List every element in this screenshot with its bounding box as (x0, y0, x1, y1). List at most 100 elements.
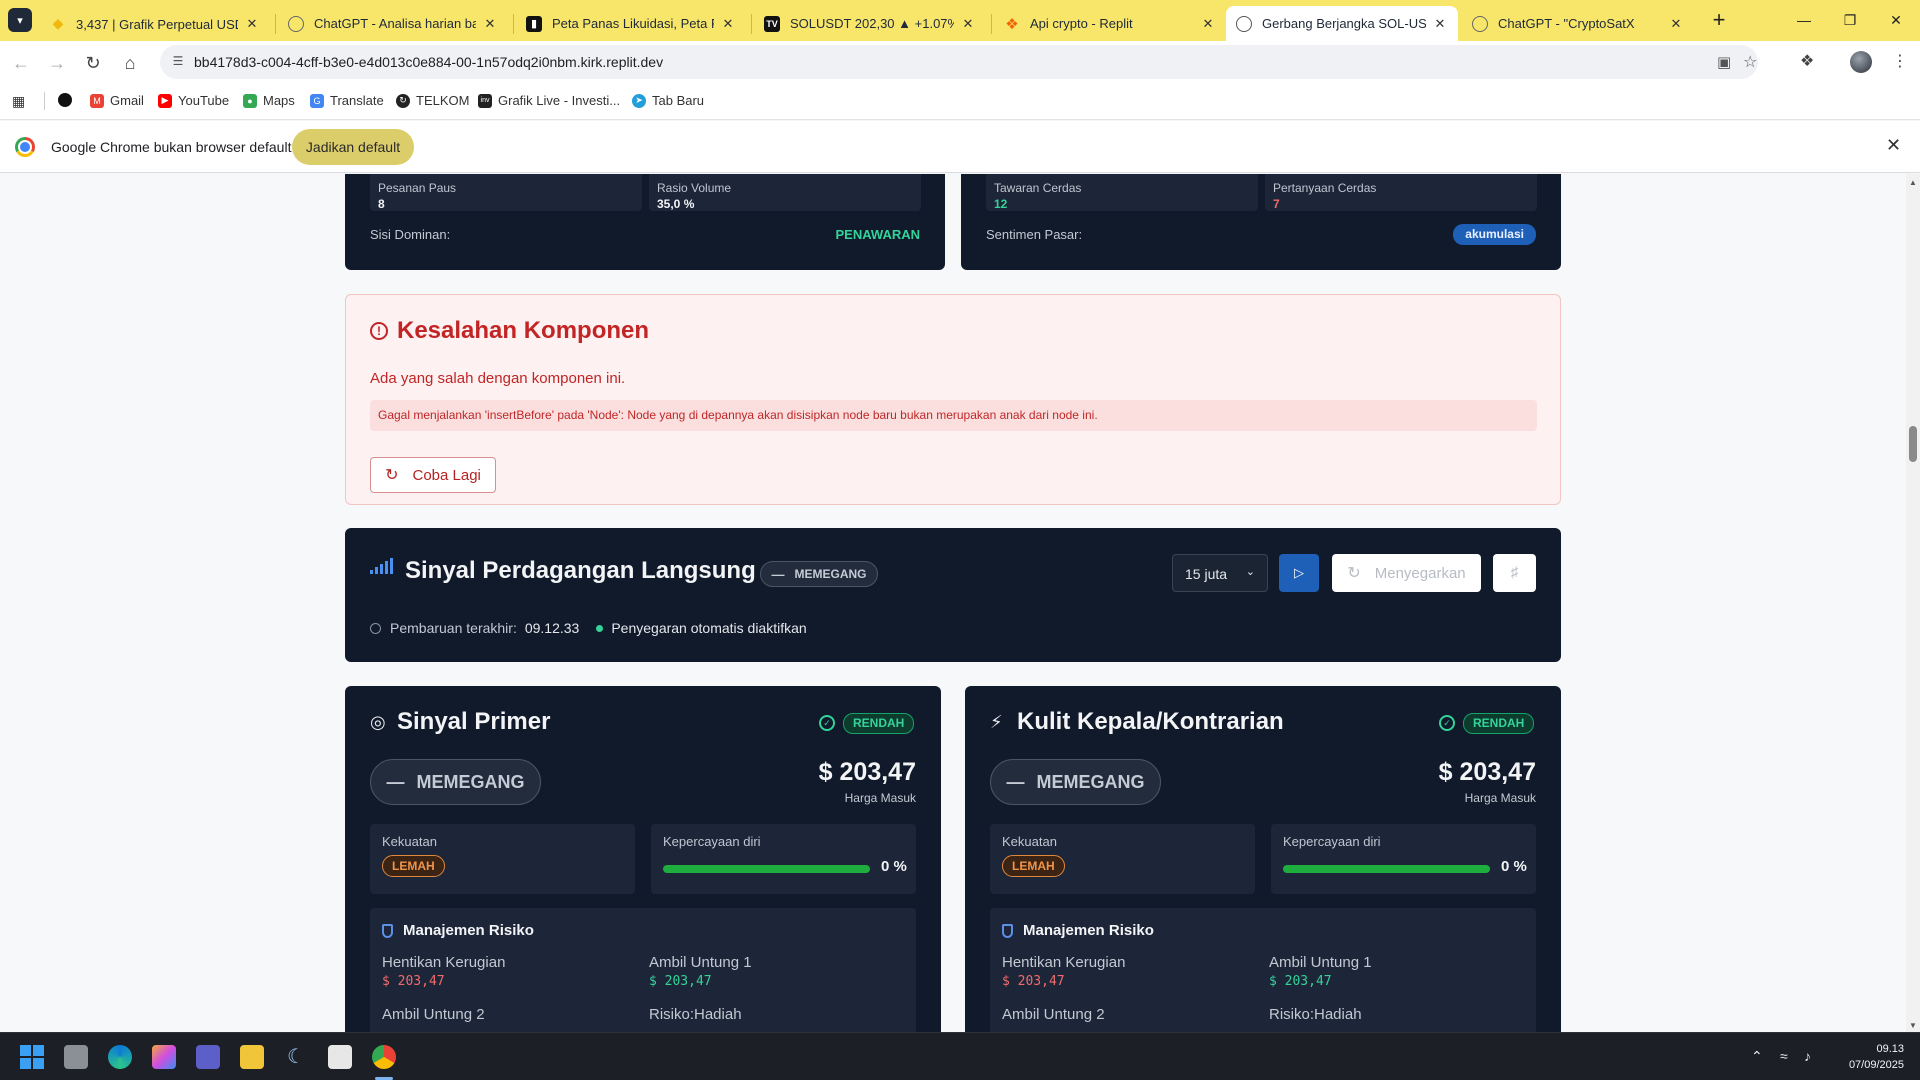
error-detail: Gagal menjalankan 'insertBefore' pada 'N… (370, 400, 1537, 431)
chatgpt-icon (1472, 15, 1488, 32)
forward-icon[interactable]: → (44, 50, 70, 76)
risk-management-panel: Manajemen Risiko Hentikan Kerugian $ 203… (990, 908, 1536, 1032)
close-icon[interactable]: ✕ (482, 16, 498, 32)
translate-icon[interactable]: ▣ (1717, 53, 1731, 71)
whale-orders-stat: Pesanan Paus 8 (370, 174, 642, 211)
confidence-value: 0 % (881, 858, 907, 875)
scrollbar-thumb[interactable] (1909, 426, 1917, 462)
order-flow-card: Pesanan Paus 8 Rasio Volume 35,0 % Sisi … (345, 174, 945, 270)
market-sentiment-badge: akumulasi (1453, 224, 1536, 245)
play-button[interactable]: ▷ (1279, 554, 1319, 592)
minus-icon: — (771, 566, 785, 582)
tab-divider (275, 14, 276, 34)
copilot-icon[interactable] (152, 1045, 176, 1069)
entry-price-label: Harga Masuk (844, 791, 916, 805)
bookmark-maps[interactable]: ● Maps (243, 93, 295, 108)
chatgpt-icon (288, 15, 304, 32)
close-icon[interactable]: ✕ (1200, 16, 1216, 32)
status-dot (596, 624, 604, 632)
tab-divider (991, 14, 992, 34)
close-icon[interactable]: ✕ (960, 16, 976, 32)
page-scrollbar[interactable]: ▲ ▼ (1906, 174, 1920, 1032)
tab-divider (513, 14, 514, 34)
edge-icon[interactable] (108, 1045, 132, 1069)
smart-asks-stat: Pertanyaan Cerdas 7 (1265, 174, 1537, 211)
teams-icon[interactable] (196, 1045, 220, 1069)
extensions-icon[interactable]: ❖ (1800, 51, 1814, 71)
refresh-button[interactable]: ↻ Menyegarkan (1332, 554, 1481, 592)
telegram-icon: ➤ (632, 93, 646, 108)
browser-toolbar: ← → ↻ ⌂ ☰ bb4178d3-c004-4cff-b3e0-e4d013… (0, 41, 1920, 84)
windows-start-icon[interactable] (20, 1045, 44, 1069)
back-icon[interactable]: ← (8, 50, 34, 76)
component-error-card: ! Kesalahan Komponen Ada yang salah deng… (345, 294, 1561, 505)
tab-strip: ▾ ◆ 3,437 | Grafik Perpetual USDⓈ-M ✕ Ch… (0, 0, 1920, 41)
system-clock[interactable]: 09.13 07/09/2025 (1830, 1041, 1904, 1073)
file-explorer-icon[interactable] (240, 1045, 264, 1069)
restore-icon[interactable]: ❐ (1827, 6, 1873, 34)
bookmark-star-icon[interactable]: ☆ (1743, 52, 1757, 72)
wifi-icon[interactable]: ≈ (1780, 1048, 1788, 1064)
tab-search-icon[interactable]: ▾ (8, 8, 32, 32)
set-default-button[interactable]: Jadikan default (292, 129, 414, 165)
notification-button[interactable]: ♯ (1493, 554, 1536, 592)
apps-grid-icon[interactable]: ▦ (12, 93, 25, 110)
confidence-bar (663, 865, 870, 873)
dominant-side-label: Sisi Dominan: (370, 227, 451, 242)
binance-icon: ◆ (52, 15, 64, 31)
moon-app-icon[interactable]: ☾ (284, 1045, 308, 1069)
task-view-icon[interactable] (64, 1045, 88, 1069)
live-status-badge: — MEMEGANG (760, 561, 878, 587)
tab-gerbang-active[interactable]: Gerbang Berjangka SOL-USDT- ✕ (1226, 6, 1458, 41)
close-icon[interactable]: ✕ (1432, 16, 1448, 32)
tab-binance[interactable]: ◆ 3,437 | Grafik Perpetual USDⓈ-M ✕ (40, 6, 270, 41)
bookmark-gmail[interactable]: M Gmail (90, 93, 144, 108)
tab-replit[interactable]: ❖ Api crypto - Replit ✕ (994, 6, 1226, 41)
smart-money-card: Tawaran Cerdas 12 Pertanyaan Cerdas 7 Se… (961, 174, 1561, 270)
bookmark-translate[interactable]: G Translate (310, 93, 384, 108)
retry-button[interactable]: ↻ Coba Lagi (370, 457, 496, 493)
new-tab-icon[interactable]: + (1705, 8, 1733, 32)
alert-circle-icon: ! (370, 322, 388, 340)
scroll-down-icon[interactable]: ▼ (1909, 1021, 1917, 1030)
gmail-icon: M (90, 93, 104, 108)
close-icon[interactable]: ✕ (244, 16, 260, 32)
risk-level-badge: RENDAH (1463, 713, 1535, 734)
smart-bids-stat: Tawaran Cerdas 12 (986, 174, 1258, 211)
menu-icon[interactable]: ⋮ (1892, 51, 1908, 71)
youtube-icon: ▶ (158, 93, 172, 108)
tab-tradingview[interactable]: TV SOLUSDT 202,30 ▲ +1.07% RC ✕ (754, 6, 986, 41)
bookmark-youtube[interactable]: ▶ YouTube (158, 93, 229, 108)
close-icon[interactable]: ✕ (720, 16, 736, 32)
store-icon[interactable] (328, 1045, 352, 1069)
minimize-icon[interactable]: — (1781, 6, 1827, 34)
bookmark-telkom[interactable]: ↻ TELKOM (396, 93, 469, 108)
github-icon[interactable] (58, 93, 78, 107)
interval-select[interactable]: 15 juta ⌄ (1172, 554, 1268, 592)
reload-icon[interactable]: ↻ (80, 50, 106, 76)
close-icon[interactable]: ✕ (1886, 135, 1901, 156)
url-text[interactable]: bb4178d3-c004-4cff-b3e0-e4d013c0e884-00-… (194, 54, 663, 70)
tab-chatgpt-analisa[interactable]: ChatGPT - Analisa harian baru ✕ (278, 6, 508, 41)
site-info-icon[interactable]: ☰ (170, 54, 186, 70)
volume-icon[interactable]: ♪ (1804, 1048, 1811, 1064)
tray-chevron-icon[interactable]: ⌃ (1751, 1048, 1763, 1065)
tab-chatgpt-cryptosatx[interactable]: ChatGPT - "CryptoSatX ✕ (1462, 6, 1694, 41)
profile-avatar[interactable] (1850, 51, 1872, 73)
chrome-taskbar-icon[interactable] (372, 1045, 396, 1069)
last-update: Pembaruan terakhir: 09.12.33 Penyegaran … (370, 620, 807, 636)
tab-coinglass[interactable]: ▮ Peta Panas Likuidasi, Peta Panas ✕ (516, 6, 746, 41)
take-profit-1-label: Ambil Untung 1 (649, 954, 752, 971)
live-signal-header: Sinyal Perdagangan Langsung — MEMEGANG 1… (345, 528, 1561, 662)
bookmark-tab-baru[interactable]: ➤ Tab Baru (632, 93, 704, 108)
window-close-icon[interactable]: ✕ (1873, 6, 1919, 34)
bookmark-investing[interactable]: inv Grafik Live - Investi... (478, 93, 620, 108)
take-profit-1-value: $ 203,47 (649, 974, 712, 989)
scroll-up-icon[interactable]: ▲ (1909, 178, 1917, 187)
globe-icon (1236, 15, 1252, 32)
home-icon[interactable]: ⌂ (117, 50, 143, 76)
close-icon[interactable]: ✕ (1668, 16, 1684, 32)
confidence-value: 0 % (1501, 858, 1527, 875)
check-circle-icon: ✓ (819, 715, 835, 731)
address-bar[interactable]: ☰ bb4178d3-c004-4cff-b3e0-e4d013c0e884-0… (160, 45, 1758, 79)
